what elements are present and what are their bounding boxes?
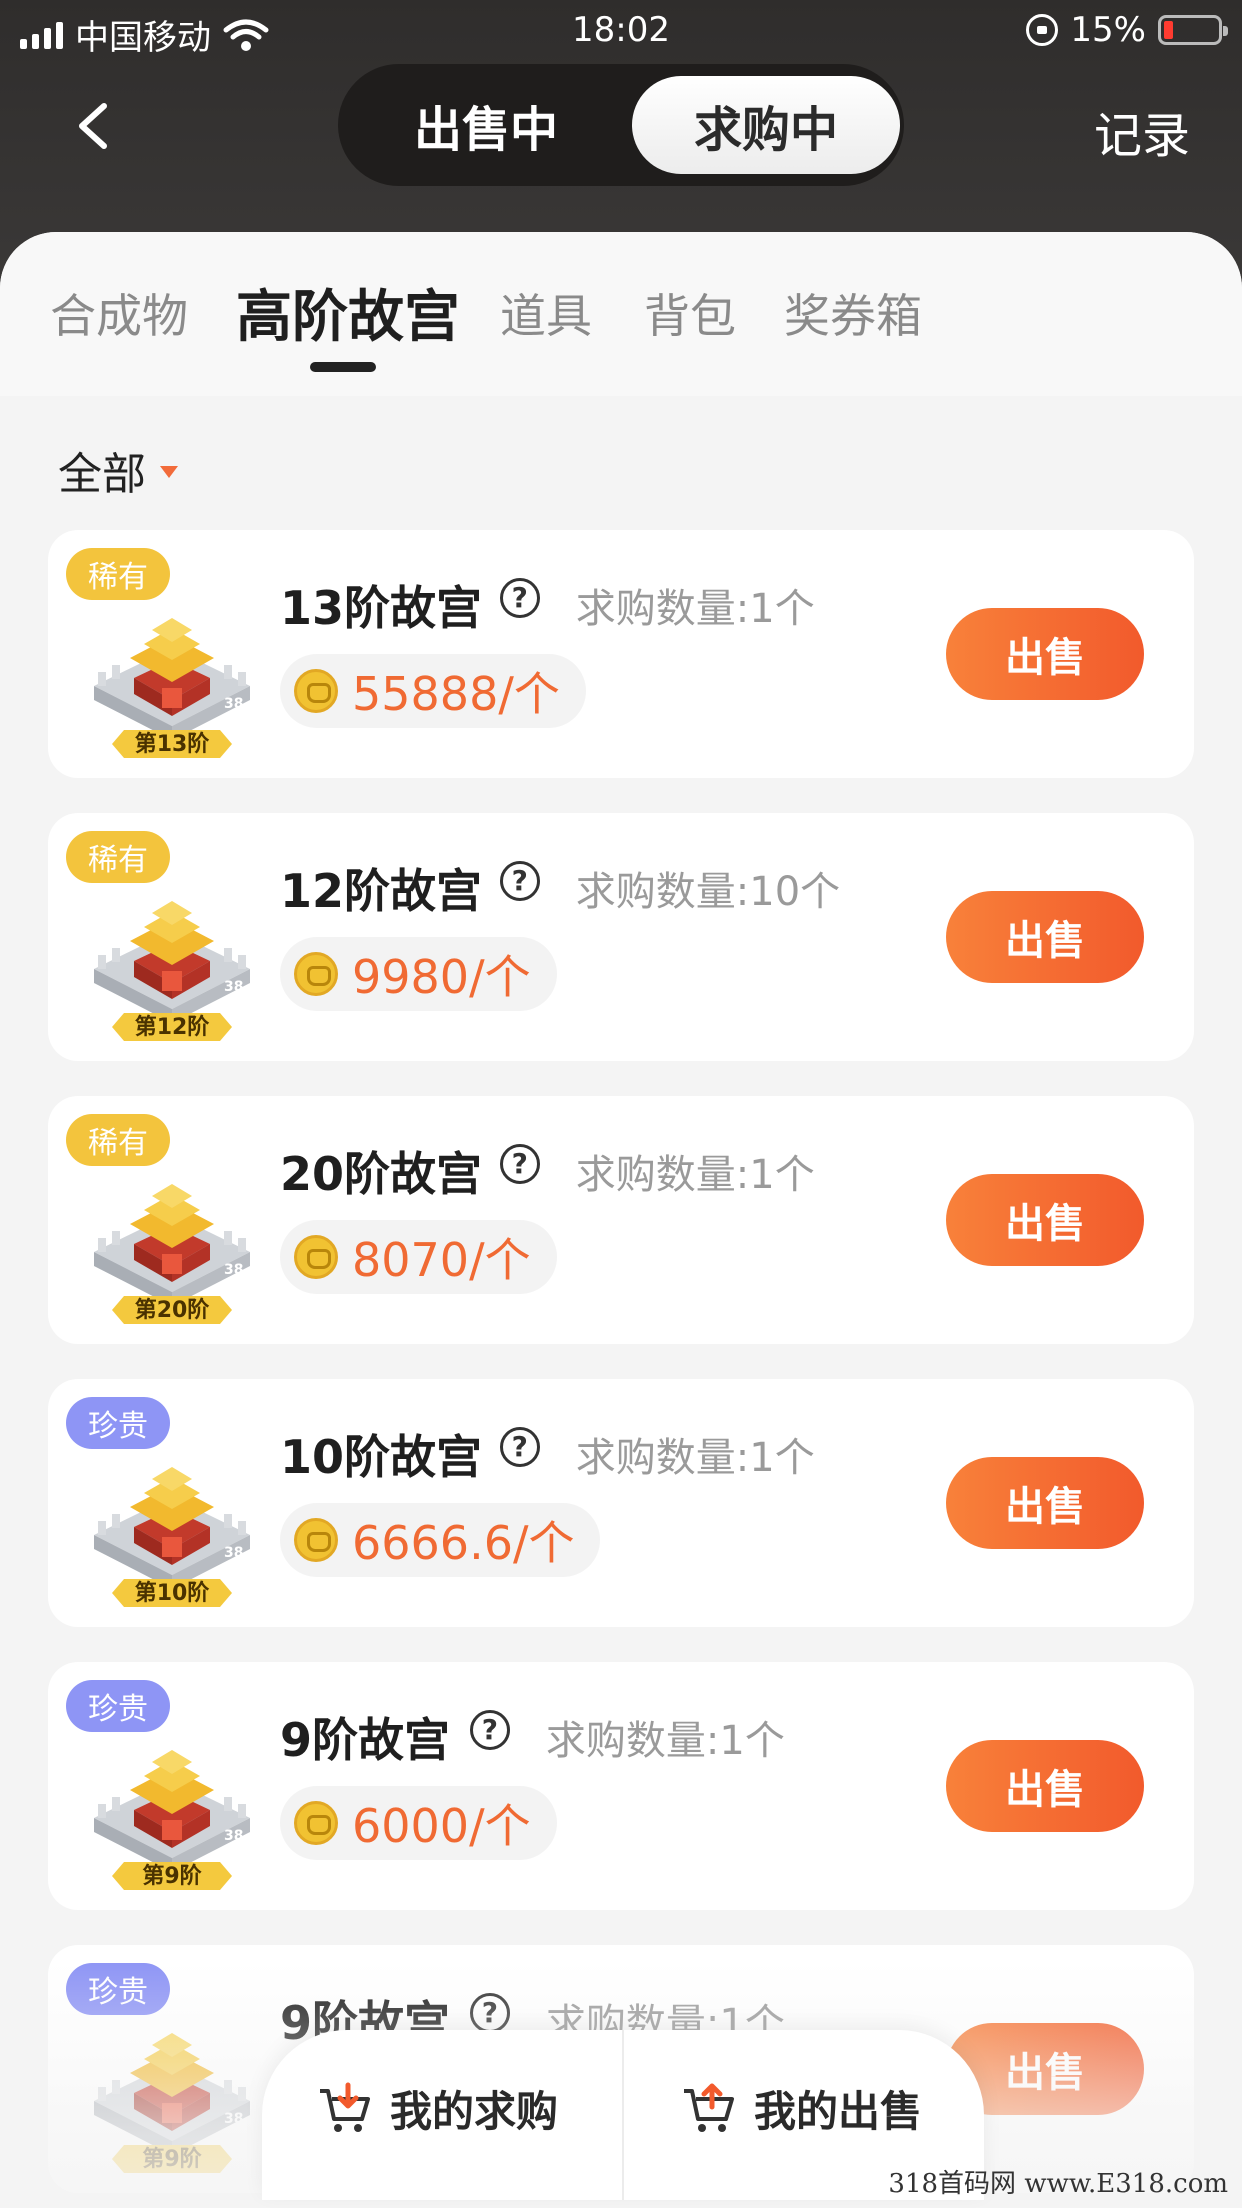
palace-icon: 38 第12阶 <box>94 901 250 1041</box>
coin-icon <box>294 1235 338 1279</box>
help-question-icon[interactable]: ? <box>499 1144 540 1184</box>
price-pill: 8070/个 <box>280 1220 557 1294</box>
segmented-control: 出售中 求购中 <box>338 64 904 186</box>
status-right: 15% <box>1026 10 1228 50</box>
tier-label: 第20阶 <box>135 1297 211 1323</box>
status-bar: 中国移动 18:02 15% <box>0 0 1242 62</box>
rotation-lock-icon <box>1026 14 1059 46</box>
price-pill: 6666.6/个 <box>280 1503 601 1577</box>
tier-label: 第9阶 <box>142 2146 202 2172</box>
segment-buying[interactable]: 求购中 <box>632 76 900 174</box>
cart-down-icon <box>320 2082 370 2132</box>
palace-icon: 38 第13阶 <box>94 618 250 758</box>
my-purchase-button[interactable]: 我的求购 <box>316 2078 558 2139</box>
filter-dropdown[interactable]: 全部 <box>58 438 178 502</box>
svg-text:38: 38 <box>224 1545 243 1561</box>
item-name: 20阶故宫 <box>280 1147 483 1201</box>
sell-button[interactable]: 出售 <box>946 608 1144 700</box>
purchase-quantity: 求购数量:1个 <box>575 1152 815 1198</box>
coin-icon <box>294 952 338 996</box>
svg-text:38: 38 <box>224 1828 243 1844</box>
item-name: 13阶故宫 <box>280 581 483 635</box>
back-arrow-icon[interactable] <box>74 102 114 150</box>
svg-text:38: 38 <box>224 1262 243 1278</box>
tab-synthesis[interactable]: 合成物 <box>50 280 188 346</box>
tier-label: 第12阶 <box>135 1014 211 1040</box>
item-price: 55888/个 <box>352 667 560 721</box>
sell-button[interactable]: 出售 <box>946 1174 1144 1266</box>
purchase-quantity: 求购数量:1个 <box>575 586 815 632</box>
palace-icon: 38 第20阶 <box>94 1184 250 1324</box>
content-panel: 合成物 高阶故宫 道具 背包 奖券箱 全部 稀有 38 第13阶 13阶故宫 ?… <box>0 232 1242 2208</box>
palace-icon: 38 第9阶 <box>94 1750 250 1890</box>
sell-button[interactable]: 出售 <box>946 1740 1144 1832</box>
rarity-badge: 稀有 <box>66 1114 170 1166</box>
help-question-icon[interactable]: ? <box>499 861 540 901</box>
sell-button[interactable]: 出售 <box>946 1457 1144 1549</box>
rarity-badge: 珍贵 <box>66 1680 170 1732</box>
svg-text:38: 38 <box>224 979 243 995</box>
item-name: 12阶故宫 <box>280 864 483 918</box>
purchase-quantity: 求购数量:1个 <box>545 1718 785 1764</box>
filter-label: 全部 <box>58 449 146 500</box>
tab-backpack[interactable]: 背包 <box>644 280 736 346</box>
item-price: 6000/个 <box>352 1799 531 1853</box>
tab-props[interactable]: 道具 <box>500 280 592 346</box>
item-price: 6666.6/个 <box>352 1516 575 1570</box>
purchase-item-card: 珍贵 38 第10阶 10阶故宫 ? 求购数量:1个 6666.6/个 出售 <box>48 1379 1194 1627</box>
battery-percent: 15% <box>1070 10 1146 50</box>
purchase-quantity: 求购数量:1个 <box>575 1435 815 1481</box>
rarity-badge: 稀有 <box>66 548 170 600</box>
purchase-item-card: 稀有 38 第20阶 20阶故宫 ? 求购数量:1个 8070/个 出售 <box>48 1096 1194 1344</box>
rarity-badge: 珍贵 <box>66 1963 170 2015</box>
bottom-action-bar: 我的求购 我的出售 <box>262 2030 984 2200</box>
segment-selling[interactable]: 出售中 <box>352 76 620 174</box>
coin-icon <box>294 1518 338 1562</box>
price-pill: 9980/个 <box>280 937 557 1011</box>
help-question-icon[interactable]: ? <box>499 1427 540 1467</box>
help-question-icon[interactable]: ? <box>469 1710 510 1750</box>
item-price: 9980/个 <box>352 950 531 1004</box>
tier-label: 第13阶 <box>135 731 211 757</box>
price-pill: 6000/个 <box>280 1786 557 1860</box>
palace-icon: 38 第9阶 <box>94 2033 250 2173</box>
caret-down-icon <box>160 466 178 478</box>
tier-label: 第10阶 <box>135 1580 211 1606</box>
tab-lottery-box[interactable]: 奖券箱 <box>784 280 922 346</box>
svg-text:38: 38 <box>224 2111 243 2127</box>
tab-high-tier-palace[interactable]: 高阶故宫 <box>236 272 460 353</box>
item-name: 10阶故宫 <box>280 1430 483 1484</box>
my-purchase-label: 我的求购 <box>390 2087 559 2136</box>
purchase-item-card: 稀有 38 第12阶 12阶故宫 ? 求购数量:10个 9980/个 出售 <box>48 813 1194 1061</box>
cart-up-icon <box>684 2083 734 2132</box>
item-price: 8070/个 <box>352 1233 531 1287</box>
rarity-badge: 稀有 <box>66 831 170 883</box>
help-question-icon[interactable]: ? <box>499 578 540 618</box>
category-tabs: 合成物 高阶故宫 道具 背包 奖券箱 <box>0 232 1242 396</box>
price-pill: 55888/个 <box>280 654 586 728</box>
active-tab-indicator <box>310 362 376 372</box>
bottom-bar-divider <box>622 2030 624 2200</box>
purchase-item-card: 珍贵 38 第9阶 9阶故宫 ? 求购数量:1个 6000/个 出售 <box>48 1662 1194 1910</box>
coin-icon <box>294 1801 338 1845</box>
purchase-quantity: 求购数量:10个 <box>575 869 841 915</box>
purchase-item-card: 稀有 38 第13阶 13阶故宫 ? 求购数量:1个 55888/个 出售 <box>48 530 1194 778</box>
my-sale-button[interactable]: 我的出售 <box>680 2078 922 2139</box>
watermark-text: 318首码网 www.E318.com <box>888 2169 1228 2199</box>
item-name: 9阶故宫 <box>280 1713 451 1767</box>
rarity-badge: 珍贵 <box>66 1397 170 1449</box>
palace-icon: 38 第10阶 <box>94 1467 250 1607</box>
tier-label: 第9阶 <box>142 1863 202 1889</box>
sell-button[interactable]: 出售 <box>946 891 1144 983</box>
help-question-icon[interactable]: ? <box>469 1993 510 2033</box>
record-button[interactable]: 记录 <box>1094 96 1190 166</box>
battery-icon <box>1158 15 1228 45</box>
coin-icon <box>294 669 338 713</box>
svg-text:38: 38 <box>224 696 243 712</box>
my-sale-label: 我的出售 <box>754 2087 923 2136</box>
